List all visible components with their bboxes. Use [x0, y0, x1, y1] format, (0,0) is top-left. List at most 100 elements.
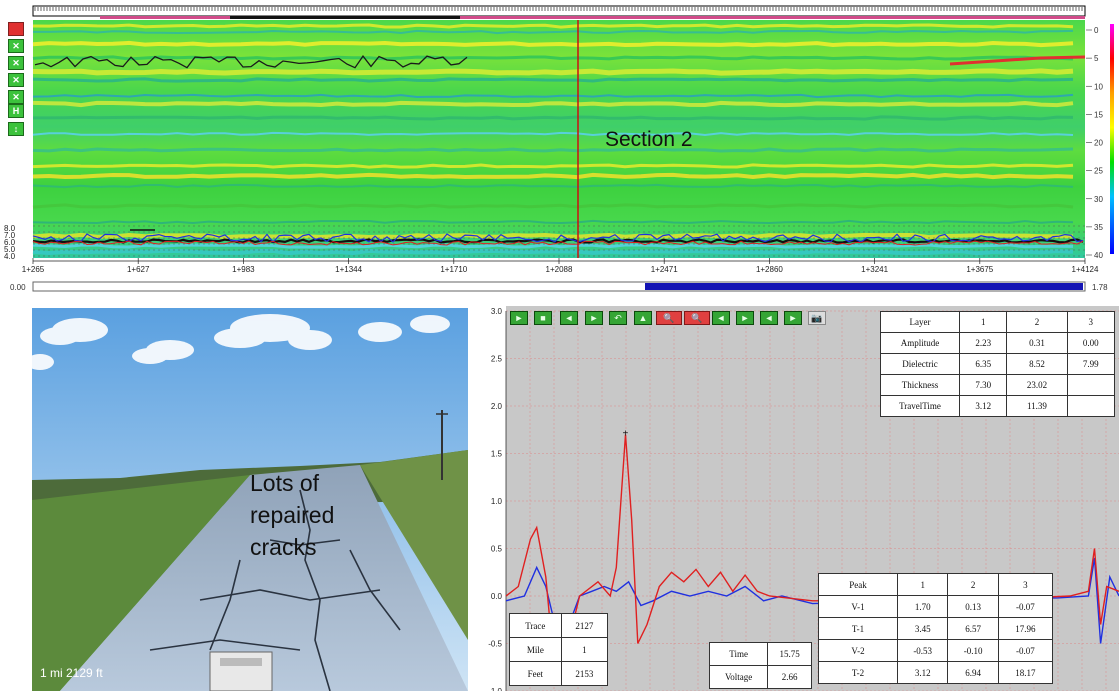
table-cell: T-1 — [818, 617, 898, 640]
toolbar-play-icon[interactable]: ► — [510, 311, 528, 325]
y-tick-label: -1.0 — [488, 687, 502, 691]
road-photo — [26, 308, 468, 691]
peak-table-header: Peak — [818, 573, 898, 596]
toolbar-undo-icon[interactable]: ↶ — [609, 311, 627, 325]
table-cell: Mile — [509, 637, 562, 662]
table-cell: 0.00 — [1066, 332, 1116, 354]
mile-tick-label: 1+4124 — [1072, 265, 1099, 274]
top-ruler-black — [230, 16, 460, 19]
depth-tick-label: 15 — [1094, 110, 1103, 119]
toolbar-first-icon[interactable]: ◄ — [760, 311, 778, 325]
layer-table-header: 1 — [958, 311, 1008, 333]
depth-tick-label: 20 — [1094, 139, 1103, 148]
photo-location-label: 1 mi 2129 ft — [40, 666, 103, 680]
time-table: Time 15.75 Voltage 2.66 — [708, 642, 812, 689]
toolbar-up-icon[interactable]: ▲ — [634, 311, 652, 325]
table-cell: T-2 — [818, 661, 898, 684]
scrollbar-max-label: 1.78 — [1092, 283, 1108, 292]
depth-tick-label: 5 — [1094, 54, 1099, 63]
photo-caption-line-2: repaired — [250, 502, 335, 528]
depth-axis: 0 5 10 15 20 25 30 35 40 — [1086, 26, 1103, 260]
side-tool-h-icon[interactable]: H — [8, 104, 24, 118]
layer-table-header: Layer — [880, 311, 960, 333]
layer-table-header: 2 — [1006, 311, 1068, 333]
toolbar-prev-icon[interactable]: ◄ — [712, 311, 730, 325]
table-cell: Trace — [509, 613, 562, 638]
depth-tick-label: 30 — [1094, 195, 1103, 204]
mile-tick-label: 1+983 — [232, 265, 255, 274]
table-cell: 18.17 — [997, 661, 1054, 684]
toolbar-forward-icon[interactable]: ► — [585, 311, 603, 325]
y-tick-label: 0.5 — [491, 545, 503, 554]
table-cell: 1 — [560, 637, 609, 662]
toolbar-zoom-out-icon[interactable]: 🔍 — [684, 311, 710, 325]
mile-tick-label: 1+1710 — [440, 265, 467, 274]
radar-band — [32, 248, 1074, 256]
table-cell: -0.07 — [997, 639, 1054, 662]
table-cell: Thickness — [880, 374, 960, 396]
table-cell: 8.52 — [1006, 353, 1068, 375]
table-cell — [1066, 374, 1116, 396]
table-cell: Time — [708, 642, 769, 666]
table-cell: 2.66 — [767, 665, 812, 689]
table-cell: 7.99 — [1066, 353, 1116, 375]
scrollbar-min-label: 0.00 — [10, 283, 26, 292]
y-tick-label: 0.0 — [491, 592, 503, 601]
toolbar-stop-icon[interactable]: ■ — [534, 311, 552, 325]
scrollbar-thumb[interactable] — [645, 283, 1083, 290]
toolbar-next-icon[interactable]: ► — [736, 311, 754, 325]
y-tick-label: 1.0 — [491, 497, 503, 506]
y-tick-label: 3.0 — [491, 307, 503, 316]
table-cell: 7.30 — [958, 374, 1008, 396]
side-tool-cross-icon-4[interactable]: ✕ — [8, 90, 24, 104]
table-cell: 3.45 — [896, 617, 949, 640]
y-tick-label: 1.5 — [491, 450, 503, 459]
mile-axis: 1+265 1+627 1+983 1+1344 1+1710 1+2088 1+2471 1… — [22, 258, 1099, 274]
table-cell: 0.31 — [1006, 332, 1068, 354]
left-scale-label: 4.0 — [4, 252, 16, 261]
side-tool-cross-icon-1[interactable]: ✕ — [8, 39, 24, 53]
side-tool-cross-icon-2[interactable]: ✕ — [8, 56, 24, 70]
radargram-panel[interactable]: 0510152025303540 8.07.06.05.04.0 1+265 1+… — [0, 0, 1119, 300]
table-cell: 15.75 — [767, 642, 812, 666]
radar-band — [32, 172, 1074, 180]
depth-tick-label: 25 — [1094, 167, 1103, 176]
table-cell: 6.57 — [947, 617, 999, 640]
mile-tick-label: 1+1344 — [335, 265, 362, 274]
photo-caption-line-3: cracks — [250, 534, 317, 560]
table-cell: V-2 — [818, 639, 898, 662]
mile-tick-label: 1+3241 — [861, 265, 888, 274]
left-scale: 8.07.06.05.04.0 — [4, 224, 16, 261]
depth-tick-label: 40 — [1094, 251, 1103, 260]
table-cell: 2.23 — [958, 332, 1008, 354]
mile-tick-label: 1+3675 — [966, 265, 993, 274]
table-cell: 2153 — [560, 661, 609, 686]
side-tool-resize-icon[interactable]: ↕ — [8, 122, 24, 136]
radar-band — [32, 40, 1074, 48]
toolbar-camera-icon[interactable]: 📷 — [808, 311, 826, 325]
depth-tick-label: 10 — [1094, 82, 1103, 91]
table-cell: 1.70 — [896, 595, 949, 618]
mile-tick-label: 1+2471 — [651, 265, 678, 274]
toolbar-zoom-in-icon[interactable]: 🔍 — [656, 311, 682, 325]
table-cell: -0.07 — [997, 595, 1054, 618]
table-cell: Voltage — [708, 665, 769, 689]
toolbar-back-icon[interactable]: ◄ — [560, 311, 578, 325]
y-tick-label: 2.0 — [491, 402, 503, 411]
depth-color-bar — [1110, 24, 1114, 254]
table-cell: V-1 — [818, 595, 898, 618]
table-cell: Dielectric — [880, 353, 960, 375]
table-cell: 3.12 — [896, 661, 949, 684]
peak-table-header: 1 — [896, 573, 949, 596]
table-cell: 11.39 — [1006, 395, 1068, 417]
mile-tick-label: 1+265 — [22, 265, 45, 274]
radar-band — [32, 68, 1074, 76]
peak-marker: + — [623, 429, 629, 440]
peak-table-header: 2 — [947, 573, 999, 596]
radar-band — [33, 115, 1074, 121]
table-cell: Amplitude — [880, 332, 960, 354]
side-tool-color-icon[interactable] — [8, 22, 24, 36]
side-tool-cross-icon-3[interactable]: ✕ — [8, 73, 24, 87]
table-cell: TravelTime — [880, 395, 960, 417]
toolbar-last-icon[interactable]: ► — [784, 311, 802, 325]
